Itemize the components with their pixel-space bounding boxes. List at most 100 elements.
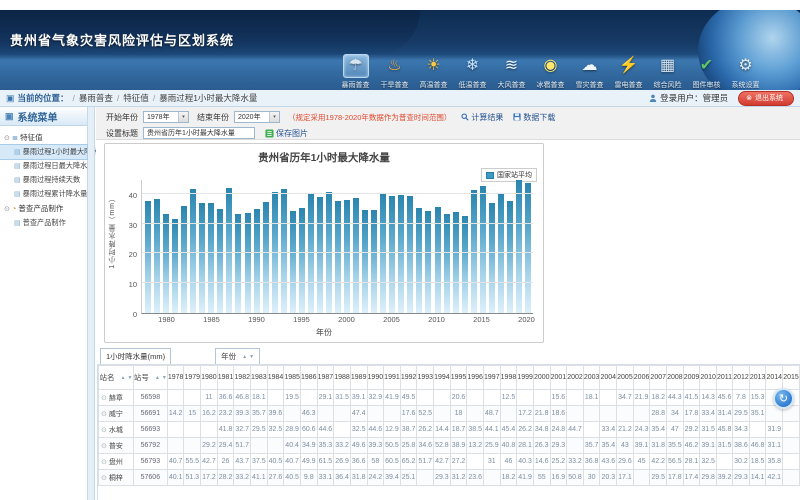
tree-group-特征值[interactable]: ⊙≣特征值 [0, 130, 87, 145]
col-header-year[interactable]: 2008 [667, 366, 684, 390]
bar-2004[interactable] [380, 194, 386, 313]
bar-2002[interactable] [362, 210, 368, 313]
sidebar-item[interactable]: ▤暴雨过程日最大降水量 [0, 159, 87, 173]
bar-1987[interactable] [226, 188, 232, 313]
nav-wind-survey[interactable]: ≋大风普查 [493, 54, 530, 90]
station-name-cell[interactable]: ⊙桐梓 [99, 470, 134, 486]
col-header-year[interactable]: 2014 [766, 366, 783, 390]
col-header-year[interactable]: 2015 [783, 366, 800, 390]
station-name-cell[interactable]: ⊙普安 [99, 438, 134, 454]
col-header-year[interactable]: 1992 [400, 366, 417, 390]
bar-2017[interactable] [498, 193, 504, 313]
bar-2011[interactable] [444, 214, 450, 313]
bar-1988[interactable] [235, 214, 241, 313]
bar-2018[interactable] [507, 201, 513, 313]
col-header-year[interactable]: 1990 [367, 366, 384, 390]
col-header-year[interactable]: 1978 [167, 366, 184, 390]
col-header-year[interactable]: 2000 [533, 366, 550, 390]
bar-1979[interactable] [154, 199, 160, 313]
sidebar-item[interactable]: ▤普查产品制作 [0, 216, 87, 230]
col-header-year[interactable]: 2013 [749, 366, 766, 390]
col-header-year[interactable]: 1996 [467, 366, 484, 390]
nav-map-review[interactable]: ✔图件审核 [688, 54, 725, 90]
bar-2016[interactable] [489, 203, 495, 313]
bar-1994[interactable] [290, 211, 296, 313]
bar-1981[interactable] [172, 219, 178, 313]
sidebar-splitter[interactable] [88, 107, 95, 500]
bar-2003[interactable] [371, 210, 377, 313]
start-year-select[interactable]: 1978年 ▾ [143, 111, 189, 123]
col-header-year[interactable]: 2009 [683, 366, 700, 390]
breadcrumb-item[interactable]: 暴雨过程1小时最大降水量 [159, 92, 257, 104]
col-header-year[interactable]: 1994 [434, 366, 451, 390]
station-name-cell[interactable]: ⊙赫章 [99, 390, 134, 406]
bar-2015[interactable] [480, 186, 486, 313]
year-filter-chip[interactable]: 年份 ▲ ▼ [215, 348, 260, 365]
end-year-select[interactable]: 2020年 ▾ [234, 111, 280, 123]
data-download-button[interactable]: 数据下载 [513, 112, 555, 123]
bar-2007[interactable] [407, 196, 413, 313]
col-header-year[interactable]: 1991 [384, 366, 401, 390]
col-header-year[interactable]: 2003 [583, 366, 600, 390]
col-header-year[interactable]: 1982 [234, 366, 251, 390]
save-image-button[interactable]: 保存图片 [265, 128, 308, 139]
col-header-year[interactable]: 2007 [650, 366, 667, 390]
calculate-button[interactable]: 计算结果 [461, 112, 503, 123]
col-header-year[interactable]: 1995 [450, 366, 467, 390]
bar-1986[interactable] [217, 209, 223, 313]
logout-button[interactable]: ⊗ 退出系统 [738, 91, 794, 106]
nav-low-temp-survey[interactable]: ❄低温普查 [454, 54, 491, 90]
col-header-year[interactable]: 2004 [600, 366, 617, 390]
bar-1984[interactable] [199, 203, 205, 313]
col-header-year[interactable]: 1999 [517, 366, 534, 390]
bar-1991[interactable] [263, 202, 269, 313]
bar-1999[interactable] [335, 201, 341, 313]
chart-title-input[interactable] [143, 127, 255, 139]
nav-lightning-survey[interactable]: ⚡雷电普查 [610, 54, 647, 90]
bar-2006[interactable] [398, 195, 404, 313]
col-header-year[interactable]: 1998 [500, 366, 517, 390]
col-header-year[interactable]: 1985 [284, 366, 301, 390]
station-name-cell[interactable]: ⊙水城 [99, 422, 134, 438]
col-header-year[interactable]: 1993 [417, 366, 434, 390]
bar-2019[interactable] [516, 180, 522, 313]
breadcrumb-item[interactable]: 特征值 [123, 92, 149, 104]
bar-1990[interactable] [254, 209, 260, 313]
nav-composite-risk[interactable]: ▦综合风险 [649, 54, 686, 90]
nav-hail-survey[interactable]: ◉冰雹普查 [532, 54, 569, 90]
col-header-year[interactable]: 1987 [317, 366, 334, 390]
col-header-year[interactable]: 1983 [251, 366, 268, 390]
nav-drought-survey[interactable]: ♨干旱普查 [376, 54, 413, 90]
col-header-year[interactable]: 2005 [617, 366, 634, 390]
col-header-year[interactable]: 2010 [700, 366, 717, 390]
col-header-year[interactable]: 2006 [633, 366, 650, 390]
bar-2020[interactable] [525, 183, 531, 313]
nav-rainstorm-survey[interactable]: ☂暴雨普查 [337, 54, 374, 90]
bar-1983[interactable] [190, 189, 196, 313]
bar-2005[interactable] [389, 196, 395, 313]
bar-1997[interactable] [317, 197, 323, 313]
station-name-cell[interactable]: ⊙威宁 [99, 406, 134, 422]
bar-1989[interactable] [245, 213, 251, 313]
bar-1996[interactable] [308, 194, 314, 313]
col-header-year[interactable]: 2001 [550, 366, 567, 390]
nav-high-temp-survey[interactable]: ☀高温普查 [415, 54, 452, 90]
col-header-year[interactable]: 1980 [201, 366, 218, 390]
bar-2001[interactable] [353, 198, 359, 313]
metric-filter-chip[interactable]: 1小时降水量(mm) [100, 348, 171, 365]
bar-2009[interactable] [425, 211, 431, 313]
col-header-year[interactable]: 1988 [334, 366, 351, 390]
sidebar-item[interactable]: ▤暴雨过程持续天数 [0, 173, 87, 187]
breadcrumb-item[interactable]: 暴雨普查 [79, 92, 113, 104]
sidebar-item[interactable]: ▤暴雨过程累计降水量 [0, 187, 87, 201]
bar-2000[interactable] [344, 200, 350, 313]
col-header-year[interactable]: 1989 [350, 366, 367, 390]
nav-system-settings[interactable]: ⚙系统设置 [727, 54, 764, 90]
col-header-year[interactable]: 2002 [567, 366, 584, 390]
col-header-year[interactable]: 2012 [733, 366, 750, 390]
refresh-float-button[interactable]: ↻ [773, 388, 794, 409]
col-header-year[interactable]: 1979 [184, 366, 201, 390]
sidebar-item[interactable]: ▤暴雨过程1小时最大降水量 [0, 145, 87, 159]
nav-snow-survey[interactable]: ☁雪灾普查 [571, 54, 608, 90]
col-header-year[interactable]: 2011 [716, 366, 732, 390]
